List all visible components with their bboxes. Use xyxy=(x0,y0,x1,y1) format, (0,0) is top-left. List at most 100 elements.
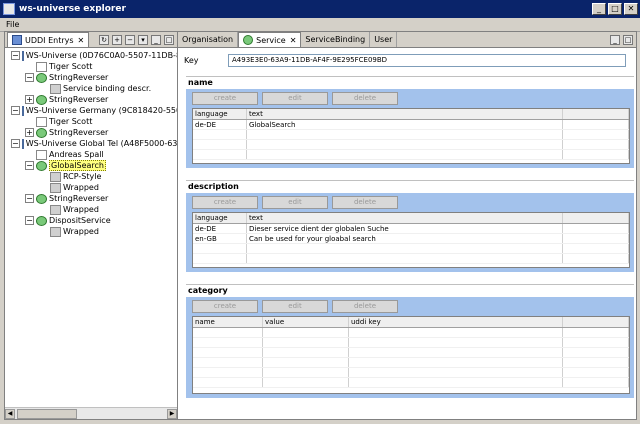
tab-servicebinding[interactable]: ServiceBinding xyxy=(301,32,371,47)
collapse-node-icon[interactable]: − xyxy=(11,139,20,148)
tab-user[interactable]: User xyxy=(370,32,398,47)
table-row[interactable] xyxy=(193,368,629,378)
add-icon[interactable]: + xyxy=(112,34,122,45)
view-menu-icon[interactable]: ▾ xyxy=(138,34,148,45)
column-header[interactable]: language xyxy=(193,109,247,119)
table-row[interactable]: en-GB Can be used for your gloabal search xyxy=(193,234,629,244)
column-header[interactable]: name xyxy=(193,317,263,327)
table-cell xyxy=(263,378,349,387)
tree-node[interactable]: − WS-Universe Global Tel (A48F5000-63A9- xyxy=(11,138,191,149)
collapse-node-icon[interactable]: − xyxy=(25,216,34,225)
scroll-thumb[interactable] xyxy=(17,409,77,419)
tree-node[interactable]: − StringReverser xyxy=(11,193,177,204)
expand-icon[interactable]: + xyxy=(25,128,34,137)
menu-file[interactable]: File xyxy=(6,20,19,29)
tree-node[interactable]: Tiger Scott xyxy=(11,116,177,127)
collapse-node-icon[interactable]: − xyxy=(25,194,34,203)
table-row[interactable] xyxy=(193,348,629,358)
column-header[interactable]: uddi key xyxy=(349,317,563,327)
maximize-editor-icon[interactable]: □ xyxy=(623,34,633,45)
maximize-view-icon[interactable]: □ xyxy=(164,34,174,45)
tree-node[interactable]: Wrapped xyxy=(11,182,177,193)
tab-organisation[interactable]: Organisation xyxy=(178,32,239,47)
tab-service[interactable]: Service ✕ xyxy=(238,32,302,47)
tree-node[interactable]: Tiger Scott xyxy=(11,61,177,72)
tree-node-label: StringReverser xyxy=(49,95,109,104)
tree-node[interactable]: Wrapped xyxy=(11,204,177,215)
key-field[interactable]: A493E3E0-63A9-11DB-AF4F-9E295FCE09BD xyxy=(228,54,626,67)
column-header[interactable]: language xyxy=(193,213,247,223)
tree-node[interactable]: − WS-Universe Germany (9C818420-5506-1 xyxy=(11,105,194,116)
table-cell xyxy=(349,348,563,357)
table-row[interactable] xyxy=(193,378,629,388)
table-cell-filler xyxy=(563,140,629,149)
scroll-right-icon[interactable]: ▶ xyxy=(167,409,177,419)
tree-node[interactable]: Andreas Spall xyxy=(11,149,177,160)
edit-button[interactable]: edit xyxy=(262,196,328,209)
minimize-editor-icon[interactable]: _ xyxy=(610,34,620,45)
table-cell: Dieser service dient der globalen Suche xyxy=(247,224,563,233)
left-view-tabs: UDDI Entrys ✕ ↻ + − ▾ _ □ xyxy=(5,32,177,48)
table-row[interactable]: de-DE Dieser service dient der globalen S… xyxy=(193,224,629,234)
data-table: language text de-DE GlobalSearch xyxy=(192,108,630,164)
table-cell xyxy=(193,358,263,367)
edit-button[interactable]: edit xyxy=(262,300,328,313)
tree-node[interactable]: − GlobalSearch xyxy=(11,160,177,171)
table-row[interactable] xyxy=(193,244,629,254)
table-row[interactable]: de-DE GlobalSearch xyxy=(193,120,629,130)
table-row[interactable] xyxy=(193,140,629,150)
tree-node-label: Tiger Scott xyxy=(49,62,93,71)
table-row[interactable] xyxy=(193,150,629,160)
table-cell: GlobalSearch xyxy=(247,120,563,129)
maximize-button[interactable]: □ xyxy=(608,3,622,15)
tree-node[interactable]: − StringReverser xyxy=(11,72,177,83)
column-header[interactable]: text xyxy=(247,213,563,223)
tree-node[interactable]: + StringReverser xyxy=(11,94,177,105)
table-row[interactable] xyxy=(193,328,629,338)
close-tab-icon[interactable]: ✕ xyxy=(78,36,85,45)
tree-node-label: Andreas Spall xyxy=(49,150,104,159)
create-button[interactable]: create xyxy=(192,92,258,105)
table-row[interactable] xyxy=(193,358,629,368)
minimize-button[interactable]: _ xyxy=(592,3,606,15)
column-header[interactable]: text xyxy=(247,109,563,119)
business-entity-icon xyxy=(21,138,24,149)
scroll-left-icon[interactable]: ◀ xyxy=(5,409,15,419)
collapse-node-icon[interactable]: − xyxy=(25,161,34,170)
collapse-node-icon[interactable]: − xyxy=(11,106,20,115)
table-cell xyxy=(193,150,247,159)
service-icon xyxy=(36,72,47,83)
close-tab-icon[interactable]: ✕ xyxy=(290,36,297,45)
create-button[interactable]: create xyxy=(192,300,258,313)
delete-button[interactable]: delete xyxy=(332,92,398,105)
tab-uddi-entrys[interactable]: UDDI Entrys ✕ xyxy=(7,32,90,47)
delete-button[interactable]: delete xyxy=(332,196,398,209)
table-cell xyxy=(247,254,563,263)
table-cell-filler xyxy=(563,244,629,253)
tree-node[interactable]: − WS-Universe (0D76C0A0-5507-11DB-80A xyxy=(11,50,192,61)
close-button[interactable]: ✕ xyxy=(624,3,638,15)
collapse-node-icon[interactable]: − xyxy=(11,51,20,60)
create-button[interactable]: create xyxy=(192,196,258,209)
edit-button[interactable]: edit xyxy=(262,92,328,105)
column-header[interactable]: value xyxy=(263,317,349,327)
minimize-view-icon[interactable]: _ xyxy=(151,34,161,45)
expand-icon[interactable]: + xyxy=(25,95,34,104)
tree-node[interactable]: + StringReverser xyxy=(11,127,177,138)
horizontal-scrollbar[interactable]: ◀ ▶ xyxy=(5,407,177,419)
collapse-node-icon[interactable]: − xyxy=(25,73,34,82)
tree-node-label: WS-Universe Global Tel (A48F5000-63A9- xyxy=(25,139,191,148)
table-cell xyxy=(247,140,563,149)
table-row[interactable] xyxy=(193,130,629,140)
table-row[interactable] xyxy=(193,254,629,264)
delete-button[interactable]: delete xyxy=(332,300,398,313)
tree-node[interactable]: Service binding descr. xyxy=(11,83,177,94)
tree-node[interactable]: − DispositService xyxy=(11,215,177,226)
refresh-icon[interactable]: ↻ xyxy=(99,34,109,45)
service-icon xyxy=(36,127,47,138)
tree-node[interactable]: Wrapped xyxy=(11,226,177,237)
table-row[interactable] xyxy=(193,338,629,348)
uddi-icon xyxy=(12,35,22,45)
tree-node[interactable]: RCP-Style xyxy=(11,171,177,182)
collapse-icon[interactable]: − xyxy=(125,34,135,45)
